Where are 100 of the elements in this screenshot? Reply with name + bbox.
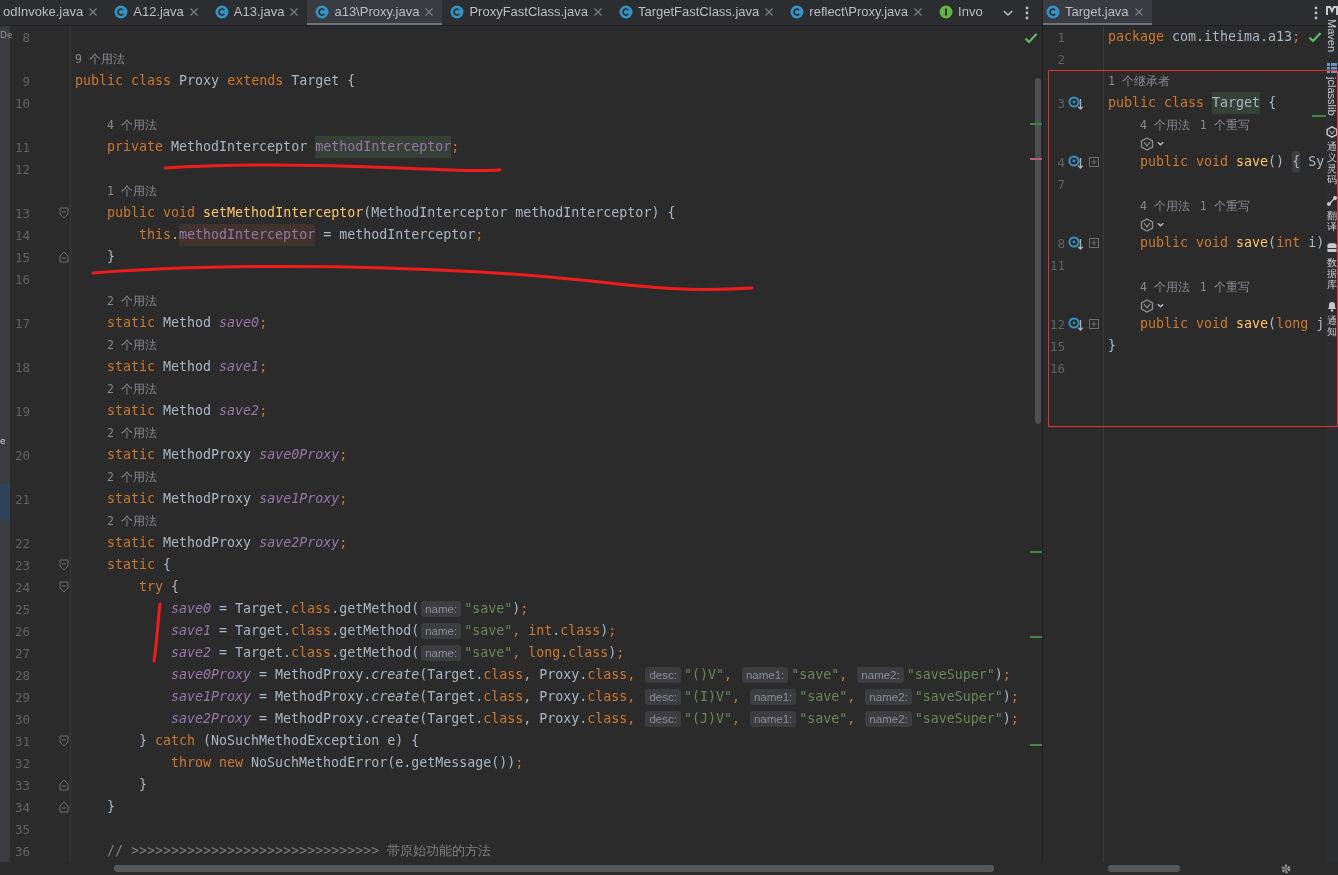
line-number: 17 <box>13 315 30 331</box>
expand-icon[interactable] <box>1089 319 1099 329</box>
panel-label-fragment: e <box>0 436 7 447</box>
tool-window-button[interactable]: 数据库 <box>1326 241 1338 290</box>
tool-window-button[interactable]: 通知 <box>1326 299 1338 337</box>
usage-hint[interactable]: 2 个用法 <box>107 293 157 309</box>
editor-tab[interactable]: a13\Proxy.java <box>307 0 443 25</box>
circle-arrow-icon[interactable] <box>1068 154 1084 170</box>
fold-icon[interactable] <box>59 581 69 593</box>
scrollbar-thumb[interactable] <box>0 484 10 520</box>
assistant-icon[interactable] <box>1140 217 1154 232</box>
usage-hint[interactable]: 1 个继承者 <box>1108 73 1170 89</box>
code-text: save1 = Target.class.getMethod( <box>171 622 420 640</box>
tool-window-button[interactable]: 翻译 <box>1326 194 1338 232</box>
usage-hint[interactable]: 2 个用法 <box>107 513 157 529</box>
scrollbar-thumb[interactable] <box>1108 865 1180 872</box>
change-marker <box>1030 158 1042 160</box>
code-line: public class Proxy extends Target { <box>75 72 356 90</box>
line-number: 31 <box>13 733 30 749</box>
editor-tab[interactable]: A12.java <box>106 0 207 25</box>
code-line: static Method save0; <box>107 314 268 332</box>
usage-hint[interactable]: 2 个用法 <box>107 381 157 397</box>
code-text: "save", <box>799 688 857 706</box>
fold-icon[interactable] <box>59 801 69 813</box>
scrollbar-thumb[interactable] <box>114 865 994 872</box>
editor-tab[interactable]: A13.java <box>206 0 308 25</box>
code-line: } <box>1108 337 1116 355</box>
parameter-hint: desc: <box>645 689 681 705</box>
tool-window-button[interactable]: Maven <box>1326 4 1338 53</box>
editor-tab[interactable]: Target.java <box>1043 0 1152 25</box>
fold-icon[interactable] <box>59 207 69 219</box>
code-line: } <box>139 776 147 794</box>
annotation-stroke <box>152 602 162 663</box>
close-icon[interactable] <box>1133 6 1144 17</box>
editor-tab[interactable]: odInvoke.java <box>0 0 107 25</box>
line-number: 29 <box>13 689 30 705</box>
code-text: { <box>1267 94 1277 112</box>
code-line: static { <box>107 556 172 574</box>
usage-hint[interactable]: 1 个重写 <box>1199 198 1250 214</box>
editor-tab[interactable]: reflect\Proxy.java <box>782 0 932 25</box>
chevron-down-icon[interactable] <box>1156 139 1165 148</box>
class-icon <box>1046 4 1060 19</box>
code-line: static MethodProxy save2Proxy; <box>107 534 348 552</box>
usage-hint[interactable]: 4 个用法 <box>1140 117 1190 133</box>
close-icon[interactable] <box>592 6 603 17</box>
usage-hint[interactable]: 9 个用法 <box>75 51 125 67</box>
circle-arrow-icon[interactable] <box>1068 235 1084 251</box>
m-shape-icon <box>1326 4 1338 16</box>
close-icon[interactable] <box>188 6 199 17</box>
interface-icon <box>939 4 954 19</box>
tool-window-button[interactable]: jclasslib <box>1326 62 1338 116</box>
folded-code[interactable]: { <box>1292 151 1301 173</box>
usage-hint[interactable]: 4 个用法 <box>1140 198 1190 214</box>
parameter-hint: name1: <box>749 711 797 727</box>
usage-hint[interactable]: 4 个用法 <box>1140 279 1190 295</box>
close-icon[interactable] <box>289 6 300 17</box>
expand-icon[interactable] <box>1089 157 1099 167</box>
usage-hint[interactable]: 2 个用法 <box>107 337 157 353</box>
usage-hint[interactable]: 1 个用法 <box>107 183 157 199</box>
code-line: package com.itheima.a13; <box>1108 28 1301 46</box>
check-icon <box>1024 32 1038 44</box>
circle-arrow-icon[interactable] <box>1068 95 1084 111</box>
usage-hint[interactable]: 1 个重写 <box>1199 117 1250 133</box>
line-number: 30 <box>13 711 30 727</box>
close-icon[interactable] <box>424 6 435 17</box>
code-line: static Method save1; <box>107 358 268 376</box>
line-number: 2 <box>1056 51 1065 67</box>
settings-icon[interactable] <box>1280 862 1292 875</box>
assistant-icon[interactable] <box>1140 136 1154 151</box>
line-number: 35 <box>13 821 30 837</box>
line-number: 20 <box>13 447 30 463</box>
scrollbar-thumb[interactable] <box>1035 78 1041 424</box>
editor-tab[interactable]: Invo <box>931 0 991 25</box>
editor-tab[interactable]: ProxyFastClass.java <box>442 0 611 25</box>
fold-icon[interactable] <box>59 251 69 263</box>
fold-icon[interactable] <box>59 779 69 791</box>
usage-hint[interactable]: 4 个用法 <box>107 117 157 133</box>
close-icon[interactable] <box>764 6 775 17</box>
fold-icon[interactable] <box>59 559 69 571</box>
line-number: 33 <box>13 777 30 793</box>
editor-tab[interactable]: TargetFastClass.java <box>610 0 783 25</box>
code-text: "save", <box>791 666 849 684</box>
more-icon[interactable] <box>1314 5 1318 20</box>
more-icon[interactable] <box>1024 5 1029 20</box>
parameter-hint: name1: <box>749 689 797 705</box>
usage-hint[interactable]: 2 个用法 <box>107 425 157 441</box>
close-icon[interactable] <box>913 6 924 17</box>
fold-icon[interactable] <box>59 735 69 747</box>
expand-icon[interactable] <box>1089 238 1099 248</box>
close-icon[interactable] <box>88 6 99 17</box>
line-number: 8 <box>21 29 30 45</box>
assistant-icon[interactable] <box>1140 298 1154 313</box>
class-icon <box>450 4 465 19</box>
usage-hint[interactable]: 2 个用法 <box>107 469 157 485</box>
line-number: 15 <box>1048 338 1065 354</box>
circle-arrow-icon[interactable] <box>1068 316 1084 332</box>
tool-window-button[interactable]: 通义灵码 <box>1326 125 1338 185</box>
chevron-down-icon[interactable] <box>1156 220 1165 229</box>
usage-hint[interactable]: 1 个重写 <box>1199 279 1250 295</box>
chevron-down-icon[interactable] <box>1156 301 1165 310</box>
